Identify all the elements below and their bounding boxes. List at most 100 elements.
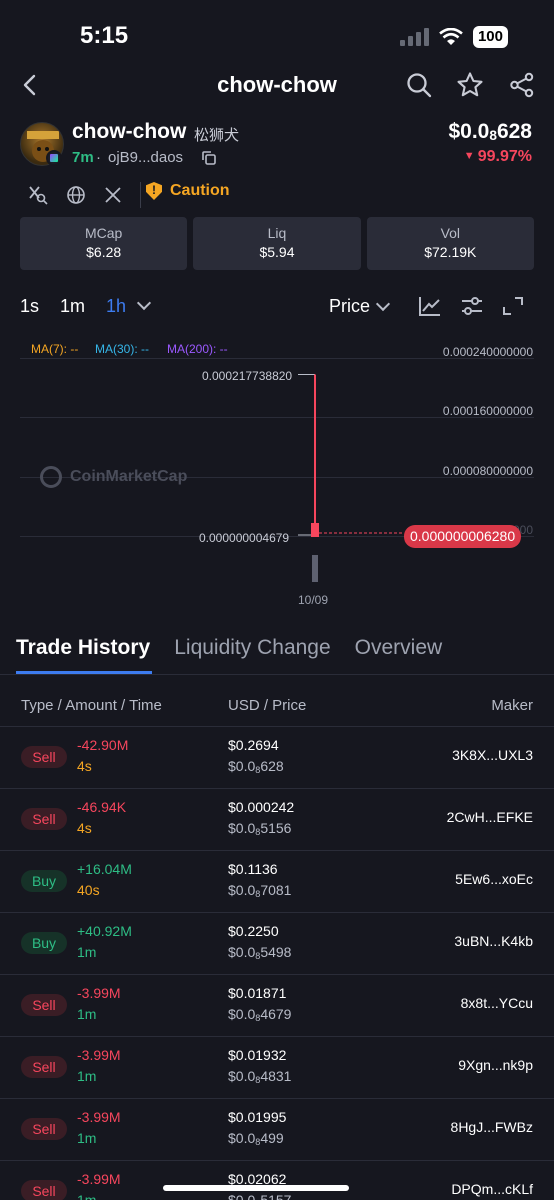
settings-sliders-icon[interactable] <box>460 295 484 317</box>
battery-icon: 100 <box>472 26 508 48</box>
table-row[interactable]: Sell -42.90M 4s $0.2694 $0.08628 3K8X...UXL3 <box>0 726 554 788</box>
divider <box>140 182 141 208</box>
timeframe-1m[interactable]: 1m <box>60 296 85 317</box>
price-selector-label: Price <box>329 296 371 316</box>
chevron-down-icon <box>136 295 152 311</box>
trade-amount: -3.99M <box>77 985 121 1001</box>
caution-badge[interactable]: ! Caution <box>146 182 230 200</box>
token-price: $0.08628 <box>448 120 532 143</box>
table-row[interactable]: Sell -3.99M 1m $0.01871 $0.084679 8x8t...YCcu <box>0 974 554 1036</box>
table-row[interactable]: Sell-3.99M1m$0.02062$0.085157DPQm...cKLf <box>0 1160 554 1200</box>
trade-maker[interactable]: 3K8X...UXL3 <box>452 747 533 763</box>
indicator-line-icon[interactable] <box>418 295 442 317</box>
trade-time: 1m <box>77 944 97 960</box>
column-header-maker: Maker <box>491 697 533 714</box>
trade-maker[interactable]: 8x8t...YCcu <box>461 995 533 1011</box>
stat-liq: Liq $5.94 <box>193 217 361 270</box>
trade-time: 4s <box>77 758 92 774</box>
down-triangle-icon: ▼ <box>463 150 478 162</box>
table-row[interactable]: Buy +16.04M 40s $0.1136 $0.087081 5Ew6...xoEc <box>0 850 554 912</box>
trade-usd: $0.1136 <box>228 861 278 877</box>
x-tick-label: 10/09 <box>298 593 329 607</box>
trade-type-badge: Sell <box>21 1180 67 1200</box>
column-header-type: Type / Amount / Time <box>21 697 162 714</box>
divider <box>0 674 554 675</box>
tab-trade-history[interactable]: Trade History <box>16 636 150 660</box>
trade-time: 1m <box>77 1068 97 1084</box>
table-row[interactable]: Sell -3.99M 1m $0.01995 $0.08499 8HgJ...FWBz <box>0 1098 554 1160</box>
signal-icon <box>399 28 429 46</box>
social-links <box>28 182 141 208</box>
share-icon[interactable] <box>509 72 535 98</box>
candle-body <box>311 522 319 537</box>
price-change: ▼ 99.97% <box>463 148 532 165</box>
trade-maker[interactable]: DPQm...cKLf <box>451 1181 533 1197</box>
stat-vol: Vol $72.19K <box>366 217 534 270</box>
trade-maker[interactable]: 8HgJ...FWBz <box>451 1119 533 1135</box>
solana-chain-icon <box>46 150 62 166</box>
wifi-icon <box>439 28 463 45</box>
trade-type-badge: Buy <box>21 932 67 954</box>
trade-usd: $0.000242 <box>228 799 295 815</box>
volume-bar <box>312 555 318 582</box>
x-twitter-icon[interactable] <box>104 186 122 204</box>
trade-time: 1m <box>77 1006 97 1022</box>
trade-usd: $0.01932 <box>228 1047 287 1063</box>
price-selector[interactable]: Price <box>329 296 391 317</box>
timeframe-1h[interactable]: 1h <box>106 295 152 317</box>
trade-maker[interactable]: 5Ew6...xoEc <box>455 871 533 887</box>
website-globe-icon[interactable] <box>66 185 86 205</box>
token-address: ojB9...daos <box>108 149 184 166</box>
chevron-down-icon <box>375 296 391 312</box>
token-name: chow-chow <box>72 120 187 143</box>
stat-value: $6.28 <box>86 244 122 260</box>
trade-type-badge: Buy <box>21 870 67 892</box>
tab-overview[interactable]: Overview <box>355 636 443 660</box>
stat-value: $72.19K <box>424 244 477 260</box>
trade-price: $0.08499 <box>228 1130 284 1147</box>
table-row[interactable]: Sell -46.94K 4s $0.000242 $0.085156 2CwH...EF… <box>0 788 554 850</box>
timeframe-1s[interactable]: 1s <box>20 296 39 317</box>
fullscreen-icon[interactable] <box>502 296 524 316</box>
warning-shield-icon: ! <box>146 182 162 200</box>
table-row[interactable]: Buy +40.92M 1m $0.2250 $0.085498 3uBN...K4kb <box>0 912 554 974</box>
status-time: 5:15 <box>80 22 129 49</box>
tab-liquidity-change[interactable]: Liquidity Change <box>174 636 330 660</box>
trade-price: $0.085498 <box>228 944 292 961</box>
trade-type-badge: Sell <box>21 1118 67 1140</box>
trade-maker[interactable]: 9Xgn...nk9p <box>458 1057 533 1073</box>
trade-maker[interactable]: 2CwH...EFKE <box>447 809 533 825</box>
stats-row: MCap $6.28 Liq $5.94 Vol $72.19K <box>20 217 534 270</box>
trade-type-badge: Sell <box>21 746 67 768</box>
copy-icon[interactable] <box>201 150 217 166</box>
stat-value: $5.94 <box>259 244 295 260</box>
trade-time: 1m <box>77 1192 97 1200</box>
status-icons: 100 <box>399 26 508 48</box>
trade-usd: $0.2250 <box>228 923 279 939</box>
trade-type-badge: Sell <box>21 808 67 830</box>
trade-time: 40s <box>77 882 100 898</box>
trade-amount: +16.04M <box>77 861 132 877</box>
trade-amount: -3.99M <box>77 1171 121 1187</box>
trade-time: 1m <box>77 1130 97 1146</box>
trade-type-badge: Sell <box>21 994 67 1016</box>
trade-price: $0.084679 <box>228 1006 292 1023</box>
trade-maker[interactable]: 3uBN...K4kb <box>454 933 533 949</box>
star-icon[interactable] <box>456 71 484 99</box>
stat-label: MCap <box>84 225 123 241</box>
token-meta-separator: · <box>96 149 101 166</box>
token-name-cn: 松狮犬 <box>194 127 240 144</box>
x-search-icon[interactable] <box>28 185 48 205</box>
tab-bar: Trade History Liquidity Change Overview <box>16 636 442 660</box>
table-row[interactable]: Sell -3.99M 1m $0.01932 $0.084831 9Xgn...nk9p <box>0 1036 554 1098</box>
high-price-label: 0.000217738820 <box>202 369 293 383</box>
home-indicator[interactable] <box>163 1185 349 1191</box>
low-price-label: 0.000000004679 <box>199 531 290 545</box>
stat-mcap: MCap $6.28 <box>20 217 188 270</box>
column-header-usd: USD / Price <box>228 697 307 714</box>
trade-price: $0.085156 <box>228 820 292 837</box>
search-icon[interactable] <box>406 72 432 98</box>
trade-price: $0.08628 <box>228 758 284 775</box>
trade-amount: +40.92M <box>77 923 132 939</box>
trade-amount: -42.90M <box>77 737 129 753</box>
